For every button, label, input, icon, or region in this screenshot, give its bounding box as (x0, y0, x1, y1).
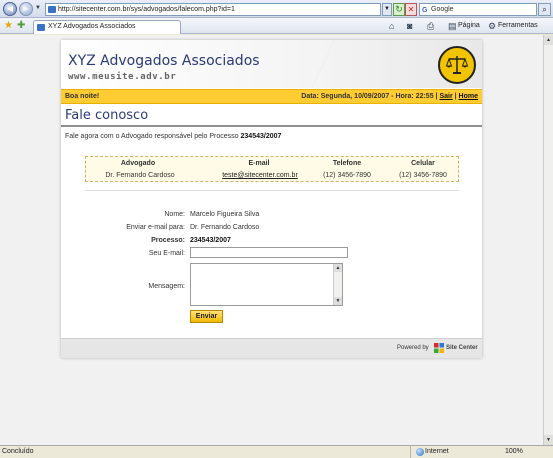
intro-sentence: Fale agora com o Advogado responsável pe… (65, 133, 239, 140)
lawyer-contact-table: Advogado E-mail Telefone Celular Dr. Fer… (85, 156, 459, 182)
page-favicon-icon (48, 6, 56, 13)
search-placeholder: Google (431, 6, 454, 13)
lawyer-name: Dr. Fernando Cardoso (105, 172, 175, 179)
site-page: XYZ Advogados Associados www.meusite.adv… (61, 40, 482, 358)
tools-icon[interactable]: ⚙ (488, 21, 496, 32)
google-icon: G (422, 7, 428, 14)
message-scrollbar[interactable]: ▲ ▼ (333, 264, 342, 305)
tab-bar: ★ ✚ XYZ Advogados Associados ⌂ ◙ ⎙ ▤ Pág… (0, 18, 553, 34)
site-url: www.meusite.adv.br (68, 72, 177, 82)
tools-menu[interactable]: Ferramentas (498, 22, 538, 29)
name-label: Nome: (164, 211, 185, 218)
site-header: XYZ Advogados Associados www.meusite.adv… (61, 40, 482, 88)
scales-logo-icon (438, 46, 476, 84)
refresh-button[interactable]: ↻ (393, 3, 405, 16)
back-button[interactable]: ◀ (3, 2, 17, 16)
process-value: 234543/2007 (190, 237, 231, 244)
col-header-mobile: Celular (411, 160, 435, 167)
lawyer-mobile: (12) 3456-7890 (399, 172, 447, 179)
heading-divider (61, 125, 482, 127)
col-header-phone: Telefone (332, 160, 362, 167)
tab-title: XYZ Advogados Associados (48, 23, 136, 30)
add-favorite-icon[interactable]: ✚ (17, 20, 25, 31)
email-label: Seu E-mail: (148, 250, 185, 257)
scroll-up-icon[interactable]: ▲ (334, 264, 342, 272)
message-label: Mensagem: (148, 283, 185, 290)
page-menu[interactable]: Página (458, 22, 480, 29)
address-toolbar: ◀ ▶ ▼ http://sitecenter.com.br/sys/advog… (0, 0, 553, 18)
favorites-star-icon[interactable]: ★ (4, 20, 13, 31)
page-title: Fale conosco (65, 108, 149, 123)
intro-process-number: 234543/2007 (240, 133, 282, 140)
col-header-lawyer: Advogado (120, 160, 156, 167)
history-dropdown-icon[interactable]: ▼ (35, 5, 41, 11)
page-icon[interactable]: ▤ (448, 21, 457, 32)
message-textarea[interactable]: ▲ ▼ (190, 263, 343, 306)
home-icon[interactable]: ⌂ (389, 21, 394, 31)
send-to-value: Dr. Fernando Cardoso (190, 224, 260, 231)
page-scrollbar[interactable]: ▲ ▼ (543, 35, 553, 445)
intro-text: Fale agora com o Advogado responsável pe… (65, 133, 281, 140)
time-value: 22:55 (415, 93, 434, 100)
header-decoration (305, 40, 459, 88)
date-value: Segunda, 10/09/2007 (320, 93, 390, 100)
logout-link[interactable]: Sair (439, 93, 452, 100)
status-bar: Concluído Internet 100% (0, 445, 553, 458)
scrollbar-down-icon[interactable]: ▼ (544, 435, 553, 445)
forward-button[interactable]: ▶ (19, 2, 33, 16)
url-dropdown-button[interactable]: ▼ (382, 3, 392, 16)
url-input[interactable]: http://sitecenter.com.br/sys/advogados/f… (45, 3, 381, 16)
time-prefix: - Hora: (391, 93, 414, 100)
tab-favicon-icon (37, 24, 45, 31)
tab-active[interactable]: XYZ Advogados Associados (33, 20, 181, 34)
greeting-bar: Boa noite! Data: Segunda, 10/09/2007 - H… (61, 89, 482, 104)
section-divider (85, 190, 459, 191)
search-input[interactable]: G Google (419, 3, 537, 16)
greeting-text: Boa noite! (65, 93, 100, 100)
name-value: Marcelo Figueira Silva (190, 211, 260, 218)
status-text: Concluído (2, 448, 34, 455)
col-header-email: E-mail (248, 160, 270, 167)
lawyer-email-link[interactable]: teste@sitecenter.com.br (202, 172, 318, 179)
send-button[interactable]: Enviar (190, 310, 223, 323)
process-label: Processo: (151, 237, 185, 244)
email-input[interactable] (190, 247, 348, 258)
site-footer: Powered by Site Center (61, 338, 482, 358)
zoom-level[interactable]: 100% (505, 446, 523, 458)
url-text: http://sitecenter.com.br/sys/advogados/f… (58, 6, 235, 13)
powered-by-text: Powered by (397, 345, 429, 351)
security-zone: Internet (410, 446, 449, 458)
site-center-logo-icon (434, 343, 444, 353)
date-time-info: Data: Segunda, 10/09/2007 - Hora: 22:55 … (301, 93, 478, 100)
scroll-down-icon[interactable]: ▼ (334, 297, 342, 305)
scrollbar-up-icon[interactable]: ▲ (544, 35, 553, 45)
print-icon[interactable]: ⎙ (427, 21, 434, 32)
send-to-label: Enviar e-mail para: (126, 224, 185, 231)
home-link[interactable]: Home (459, 93, 478, 100)
lawyer-phone: (12) 3456-7890 (323, 172, 371, 179)
stop-button[interactable]: ✕ (405, 3, 417, 16)
feeds-icon[interactable]: ◙ (407, 21, 412, 31)
site-center-brand[interactable]: Site Center (446, 345, 478, 351)
search-button[interactable]: ⌕ (538, 3, 551, 16)
site-title: XYZ Advogados Associados (68, 53, 260, 69)
browser-viewport: XYZ Advogados Associados www.meusite.adv… (0, 35, 543, 445)
date-prefix: Data: (301, 93, 319, 100)
